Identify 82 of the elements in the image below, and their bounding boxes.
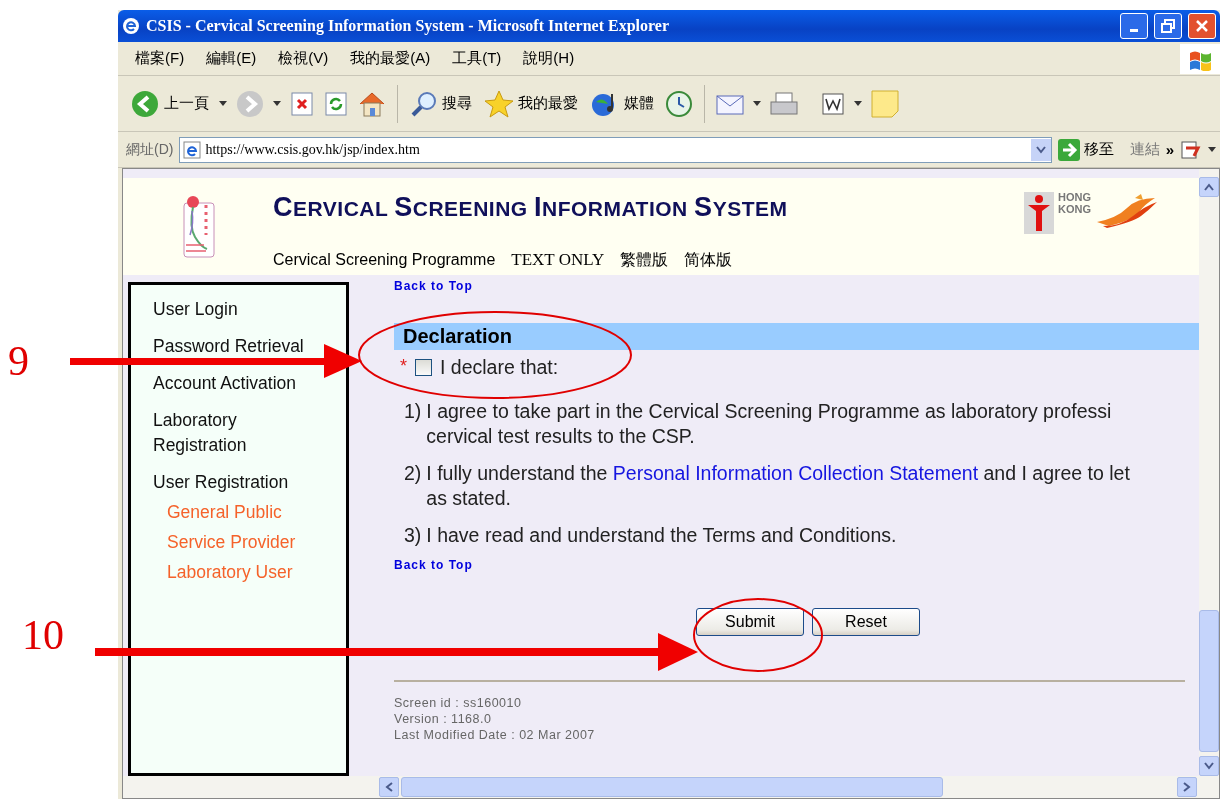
scroll-down-button[interactable] bbox=[1199, 756, 1219, 776]
sidebar-item[interactable]: Password Retrieval bbox=[153, 334, 323, 359]
scroll-up-button[interactable] bbox=[1199, 177, 1219, 197]
media-button[interactable]: 媒體 bbox=[588, 87, 656, 120]
caret-icon[interactable] bbox=[854, 101, 862, 106]
declaration-text: I have read and understand the Terms and Conditions. bbox=[426, 523, 897, 548]
form-button[interactable]: Submit bbox=[696, 608, 804, 636]
item-number: 3) bbox=[404, 523, 422, 548]
search-button[interactable]: 搜尋 bbox=[408, 87, 474, 120]
menu-item[interactable]: 我的最愛(A) bbox=[339, 49, 442, 68]
caret-icon[interactable] bbox=[219, 101, 227, 106]
chevron-left-icon bbox=[385, 782, 393, 792]
item-number: 1) bbox=[404, 399, 422, 424]
chevron-up-icon bbox=[1204, 183, 1214, 191]
window-title: CSIS - Cervical Screening Information System - Microsoft Internet Explorer bbox=[146, 17, 671, 35]
star-icon bbox=[484, 88, 514, 119]
close-icon bbox=[1195, 19, 1209, 33]
scrollbar-thumb[interactable] bbox=[401, 777, 943, 797]
caret-icon[interactable] bbox=[753, 101, 761, 106]
scroll-left-button[interactable] bbox=[379, 777, 399, 797]
declaration-text: I fully understand the Personal Information Collection Statement and I agree to let as stated. bbox=[426, 461, 1130, 511]
header-link[interactable]: 繁體版 bbox=[620, 250, 669, 271]
scrollbar-thumb[interactable] bbox=[1199, 610, 1219, 752]
printer-icon bbox=[769, 89, 799, 118]
stop-icon bbox=[289, 90, 315, 117]
section-heading: Declaration bbox=[394, 323, 1199, 350]
back-button[interactable]: 上一頁 bbox=[128, 86, 211, 121]
item-number: 2) bbox=[404, 461, 422, 486]
menu-item[interactable]: 編輯(E) bbox=[195, 49, 268, 68]
favorites-button[interactable]: 我的最愛 bbox=[482, 86, 580, 121]
chevron-down-icon bbox=[1035, 145, 1046, 154]
dropdown-button[interactable] bbox=[1030, 138, 1051, 161]
form-button[interactable]: Reset bbox=[812, 608, 920, 636]
caret-icon[interactable] bbox=[273, 101, 281, 106]
windows-flag-icon bbox=[1180, 43, 1220, 74]
search-icon bbox=[410, 89, 438, 118]
links-label[interactable]: 連結 bbox=[1129, 140, 1160, 159]
sidebar-item[interactable]: Laboratory Registration bbox=[153, 408, 323, 458]
footer-text: Last Modified Date : 02 Mar 2007 bbox=[394, 728, 596, 742]
scroll-right-button[interactable] bbox=[1177, 777, 1197, 797]
chevron-down-icon bbox=[1204, 762, 1214, 770]
menu-item[interactable]: 檔案(F) bbox=[124, 49, 196, 68]
footer-text: Screen id : ss160010 bbox=[394, 696, 523, 710]
refresh-icon bbox=[323, 90, 349, 117]
statement-link[interactable]: Personal Information Collection Statement bbox=[612, 462, 979, 484]
caret-icon[interactable] bbox=[1208, 147, 1216, 152]
sidebar-item[interactable]: User Login bbox=[153, 297, 323, 322]
back-to-top-link[interactable]: Back to Top bbox=[394, 558, 473, 572]
close-button[interactable] bbox=[1188, 13, 1216, 39]
declaration-text: I agree to take part in the Cervical Screening Programme as laboratory professi cervical test results to the CSP. bbox=[426, 399, 1112, 449]
sidebar-item[interactable]: User Registration bbox=[153, 470, 323, 495]
header-link[interactable]: 简体版 bbox=[684, 250, 733, 271]
back-to-top-link[interactable]: Back to Top bbox=[394, 279, 473, 293]
restore-button[interactable] bbox=[1154, 13, 1182, 39]
menu-item[interactable]: 檢視(V) bbox=[267, 49, 340, 68]
header-link[interactable]: Cervical Screening Programme bbox=[273, 251, 496, 269]
footer-text: Version : 1168.0 bbox=[394, 712, 493, 726]
go-button[interactable]: 移至 bbox=[1057, 138, 1114, 161]
more-links-button[interactable]: » bbox=[1165, 141, 1174, 158]
sticky-note-icon bbox=[870, 88, 900, 119]
menu-item[interactable]: 說明(H) bbox=[512, 49, 586, 68]
callout-number: 10 bbox=[22, 614, 64, 656]
logo-text: HONG KONG bbox=[1058, 192, 1091, 216]
browser-e-icon bbox=[122, 17, 140, 35]
minimize-button[interactable] bbox=[1120, 13, 1148, 39]
required-mark: * bbox=[400, 356, 407, 377]
checkbox-label: I declare that: bbox=[440, 356, 559, 379]
site-title: CERVICAL SCREENING INFORMATION SYSTEM bbox=[273, 192, 789, 223]
page-e-icon bbox=[183, 140, 202, 159]
sidebar-item[interactable]: Account Activation bbox=[153, 371, 323, 396]
history-clock-icon bbox=[664, 88, 694, 119]
chevron-right-icon bbox=[1183, 782, 1191, 792]
menu-item[interactable]: 工具(T) bbox=[441, 49, 513, 68]
restore-icon bbox=[1161, 19, 1175, 33]
figure-emblem-icon bbox=[1024, 192, 1054, 234]
header-link[interactable]: TEXT ONLY bbox=[511, 250, 605, 270]
document-w-icon bbox=[820, 90, 846, 117]
minimize-icon bbox=[1130, 28, 1138, 32]
checkbox[interactable] bbox=[415, 359, 432, 376]
address-field[interactable]: https://www.csis.gov.hk/jsp/index.htm bbox=[179, 136, 1052, 163]
address-label: 網址(D) bbox=[126, 140, 174, 159]
callout-number: 9 bbox=[8, 340, 29, 382]
